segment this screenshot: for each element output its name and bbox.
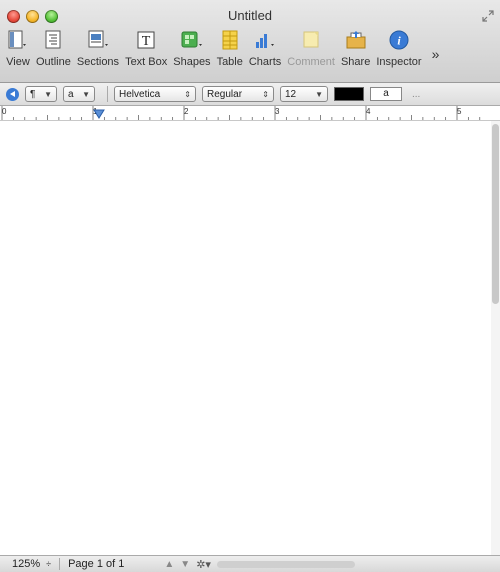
vertical-scroll-thumb[interactable] — [492, 124, 499, 304]
title-toolbar-area: Untitled View Outline Sections T Text Bo… — [0, 0, 500, 83]
toolbar-overflow-button[interactable]: » — [432, 46, 440, 76]
toolbar-charts-button[interactable]: Charts — [249, 26, 281, 76]
fullscreen-icon[interactable] — [482, 10, 494, 22]
sections-icon — [86, 28, 110, 52]
toolbar-shapes-button[interactable]: Shapes — [173, 26, 211, 76]
toolbar-label: View — [6, 56, 30, 68]
document-canvas[interactable] — [0, 121, 491, 555]
divider — [107, 86, 108, 102]
shapes-icon — [180, 28, 204, 52]
ruler-scale: 012345 — [1, 106, 481, 120]
ruler-label: 5 — [457, 107, 462, 116]
text-box-icon: T — [134, 28, 158, 52]
paragraph-style-popup[interactable]: ¶ ▼ — [25, 86, 57, 102]
status-bar: 125% ÷ Page 1 of 1 ▲ ▼ ✲▾ — [0, 555, 500, 572]
toolbar-label: Shapes — [173, 56, 211, 68]
font-family-popup[interactable]: Helvetica ⇕ — [114, 86, 196, 102]
toolbar-share-button[interactable]: Share — [341, 26, 370, 76]
toolbar-label: Text Box — [125, 56, 168, 68]
svg-text:T: T — [142, 34, 151, 49]
toolbar-label: Inspector — [376, 56, 422, 68]
previous-page-icon[interactable]: ▲ — [164, 559, 174, 570]
font-size-field[interactable]: 12 ▼ — [280, 86, 328, 102]
divider — [59, 558, 61, 570]
paragraph-style-value: ¶ — [30, 88, 36, 100]
window-title: Untitled — [227, 8, 273, 23]
format-bar: ¶ ▼ a ▼ Helvetica ⇕ Regular ⇕ 12 ▼ a ... — [0, 83, 500, 106]
toolbar-label: Sections — [76, 56, 120, 68]
updown-arrows-icon: ⇕ — [262, 89, 269, 99]
toolbar-table-button[interactable]: Table — [217, 26, 243, 76]
vertical-scrollbar[interactable] — [491, 121, 500, 555]
toolbar-inspector-button[interactable]: i Inspector — [376, 26, 422, 76]
typeface-value: Regular — [207, 88, 243, 100]
toolbar-label: Table — [216, 56, 243, 68]
next-page-icon[interactable]: ▼ — [180, 559, 190, 570]
zoom-level[interactable]: 125% — [12, 558, 40, 570]
ruler-label: 2 — [184, 107, 189, 116]
horizontal-ruler[interactable]: 012345 — [0, 106, 500, 121]
share-icon — [344, 28, 368, 52]
format-bar-more[interactable]: ... — [412, 89, 420, 100]
comment-icon — [299, 28, 323, 52]
toolbar-comment-button[interactable]: Comment — [287, 26, 335, 76]
outline-icon — [41, 28, 65, 52]
chevron-down-icon: ▼ — [315, 89, 323, 99]
chevron-down-icon: ▼ — [82, 89, 90, 99]
style-drawer-button[interactable] — [6, 87, 19, 101]
view-icon — [6, 28, 30, 52]
ruler-label: 3 — [275, 107, 280, 116]
typeface-popup[interactable]: Regular ⇕ — [202, 86, 274, 102]
character-fill-well[interactable]: a — [370, 87, 402, 101]
toolbar-outline-button[interactable]: Outline — [36, 26, 71, 76]
gear-icon[interactable]: ✲▾ — [196, 558, 211, 571]
ruler-label: 0 — [2, 107, 7, 116]
toolbar-view-button[interactable]: View — [6, 26, 30, 76]
ruler-label: 4 — [366, 107, 371, 116]
table-icon — [218, 28, 242, 52]
toolbar-label: Outline — [36, 56, 71, 68]
toolbar: View Outline Sections T Text Box Shapes … — [6, 26, 500, 76]
horizontal-scroll-thumb[interactable] — [216, 560, 355, 568]
toolbar-label: Share — [340, 56, 371, 68]
toolbar-label: Charts — [248, 56, 282, 68]
chevron-down-icon: ▼ — [44, 89, 52, 99]
font-family-value: Helvetica — [119, 88, 161, 100]
font-size-value: 12 — [285, 88, 297, 100]
updown-arrows-icon: ⇕ — [184, 89, 191, 99]
toolbar-text-box-button[interactable]: T Text Box — [125, 26, 167, 76]
pages-window: Untitled View Outline Sections T Text Bo… — [0, 0, 500, 572]
inspector-icon: i — [387, 28, 411, 52]
character-style-popup[interactable]: a ▼ — [63, 86, 95, 102]
text-color-well[interactable] — [334, 87, 364, 101]
toolbar-sections-button[interactable]: Sections — [77, 26, 119, 76]
zoom-stepper[interactable]: ÷ — [46, 559, 51, 569]
toolbar-label: Comment — [287, 56, 335, 68]
charts-icon — [253, 28, 277, 52]
page-indicator: Page 1 of 1 — [68, 558, 125, 570]
character-style-value: a — [68, 88, 74, 100]
page-navigation: ▲ ▼ — [164, 559, 190, 570]
